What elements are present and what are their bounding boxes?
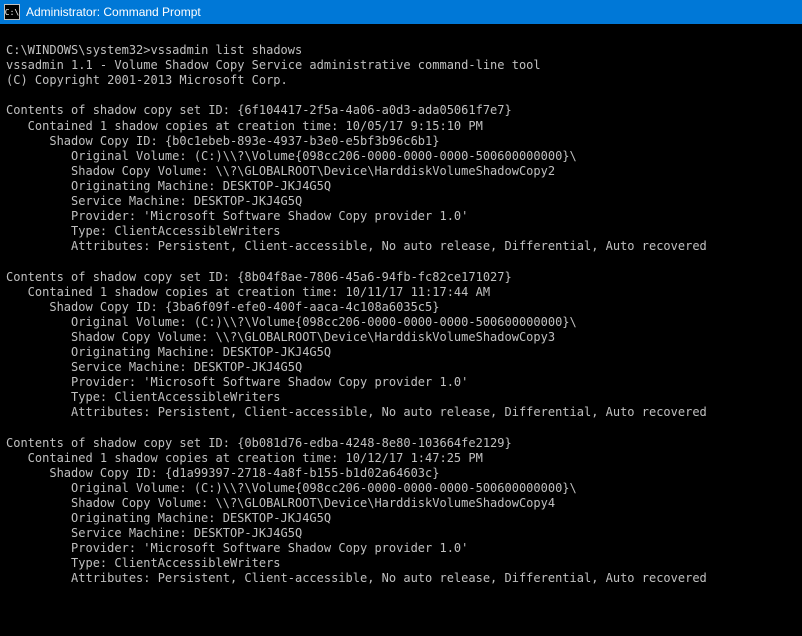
cmd-icon: C:\ — [4, 4, 20, 20]
prompt-command: vssadmin list shadows — [151, 43, 303, 57]
original-volume-line: Original Volume: (C:)\\?\Volume{098cc206… — [6, 481, 577, 496]
service-machine-line: Service Machine: DESKTOP-JKJ4G5Q — [6, 360, 302, 375]
contained-line: Contained 1 shadow copies at creation ti… — [6, 451, 483, 466]
shadow-volume-line: Shadow Copy Volume: \\?\GLOBALROOT\Devic… — [6, 496, 555, 511]
tool-header: vssadmin 1.1 - Volume Shadow Copy Servic… — [6, 58, 541, 72]
original-volume-line: Original Volume: (C:)\\?\Volume{098cc206… — [6, 315, 577, 330]
service-machine-line: Service Machine: DESKTOP-JKJ4G5Q — [6, 194, 302, 209]
service-machine-line: Service Machine: DESKTOP-JKJ4G5Q — [6, 526, 302, 541]
copyright-line: (C) Copyright 2001-2013 Microsoft Corp. — [6, 73, 288, 87]
orig-machine-line: Originating Machine: DESKTOP-JKJ4G5Q — [6, 345, 331, 360]
type-line: Type: ClientAccessibleWriters — [6, 390, 281, 405]
contained-line: Contained 1 shadow copies at creation ti… — [6, 285, 490, 300]
contained-line: Contained 1 shadow copies at creation ti… — [6, 119, 483, 134]
prompt-line: C:\WINDOWS\system32>vssadmin list shadow… — [6, 43, 302, 57]
type-line: Type: ClientAccessibleWriters — [6, 556, 281, 571]
shadow-volume-line: Shadow Copy Volume: \\?\GLOBALROOT\Devic… — [6, 330, 555, 345]
window-title: Administrator: Command Prompt — [26, 5, 201, 19]
attributes-line: Attributes: Persistent, Client-accessibl… — [6, 405, 707, 420]
copy-id-line: Shadow Copy ID: {3ba6f09f-efe0-400f-aaca… — [6, 300, 439, 315]
set-id-line: Contents of shadow copy set ID: {8b04f8a… — [6, 270, 512, 284]
original-volume-line: Original Volume: (C:)\\?\Volume{098cc206… — [6, 149, 577, 164]
attributes-line: Attributes: Persistent, Client-accessibl… — [6, 239, 707, 254]
shadow-volume-line: Shadow Copy Volume: \\?\GLOBALROOT\Devic… — [6, 164, 555, 179]
terminal-output[interactable]: C:\WINDOWS\system32>vssadmin list shadow… — [0, 24, 802, 634]
type-line: Type: ClientAccessibleWriters — [6, 224, 281, 239]
set-id-line: Contents of shadow copy set ID: {6f10441… — [6, 103, 512, 117]
provider-line: Provider: 'Microsoft Software Shadow Cop… — [6, 541, 468, 556]
orig-machine-line: Originating Machine: DESKTOP-JKJ4G5Q — [6, 511, 331, 526]
copy-id-line: Shadow Copy ID: {d1a99397-2718-4a8f-b155… — [6, 466, 439, 481]
provider-line: Provider: 'Microsoft Software Shadow Cop… — [6, 375, 468, 390]
orig-machine-line: Originating Machine: DESKTOP-JKJ4G5Q — [6, 179, 331, 194]
copy-id-line: Shadow Copy ID: {b0c1ebeb-893e-4937-b3e0… — [6, 134, 439, 149]
set-id-line: Contents of shadow copy set ID: {0b081d7… — [6, 436, 512, 450]
provider-line: Provider: 'Microsoft Software Shadow Cop… — [6, 209, 468, 224]
window-titlebar[interactable]: C:\ Administrator: Command Prompt — [0, 0, 802, 24]
prompt-path: C:\WINDOWS\system32> — [6, 43, 151, 57]
attributes-line: Attributes: Persistent, Client-accessibl… — [6, 571, 707, 586]
